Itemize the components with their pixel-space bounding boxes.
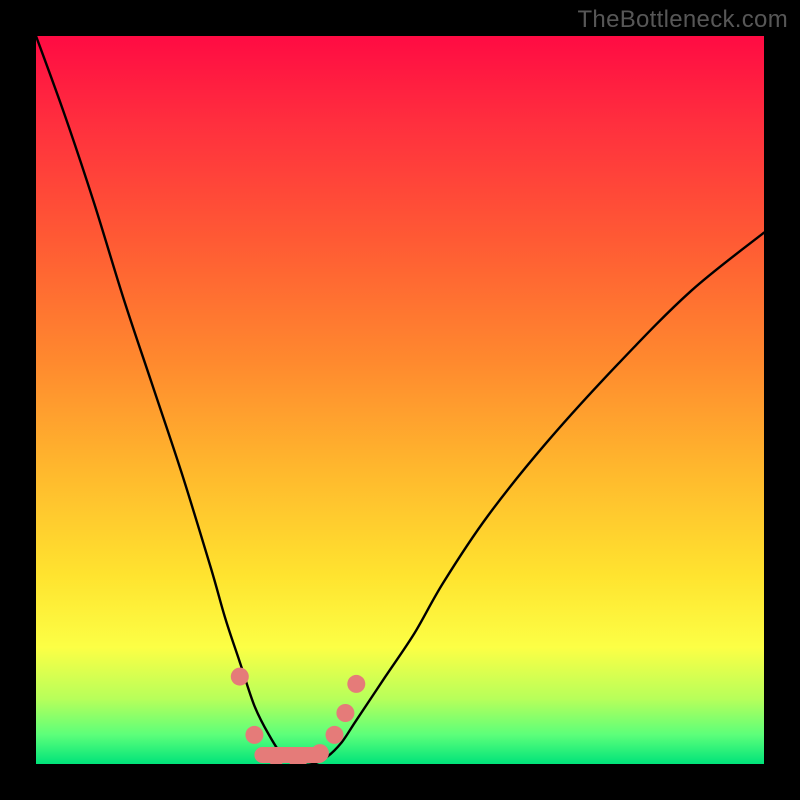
curve-marker (245, 726, 263, 744)
bottleneck-curve (36, 36, 764, 764)
curve-bottom-bar (254, 747, 327, 763)
curve-marker (336, 704, 354, 722)
curve-marker (231, 668, 249, 686)
chart-svg (36, 36, 764, 764)
watermark-text: TheBottleneck.com (577, 6, 788, 34)
curve-marker (347, 675, 365, 693)
chart-frame: TheBottleneck.com (0, 0, 800, 800)
curve-marker (326, 726, 344, 744)
plot-area (36, 36, 764, 764)
